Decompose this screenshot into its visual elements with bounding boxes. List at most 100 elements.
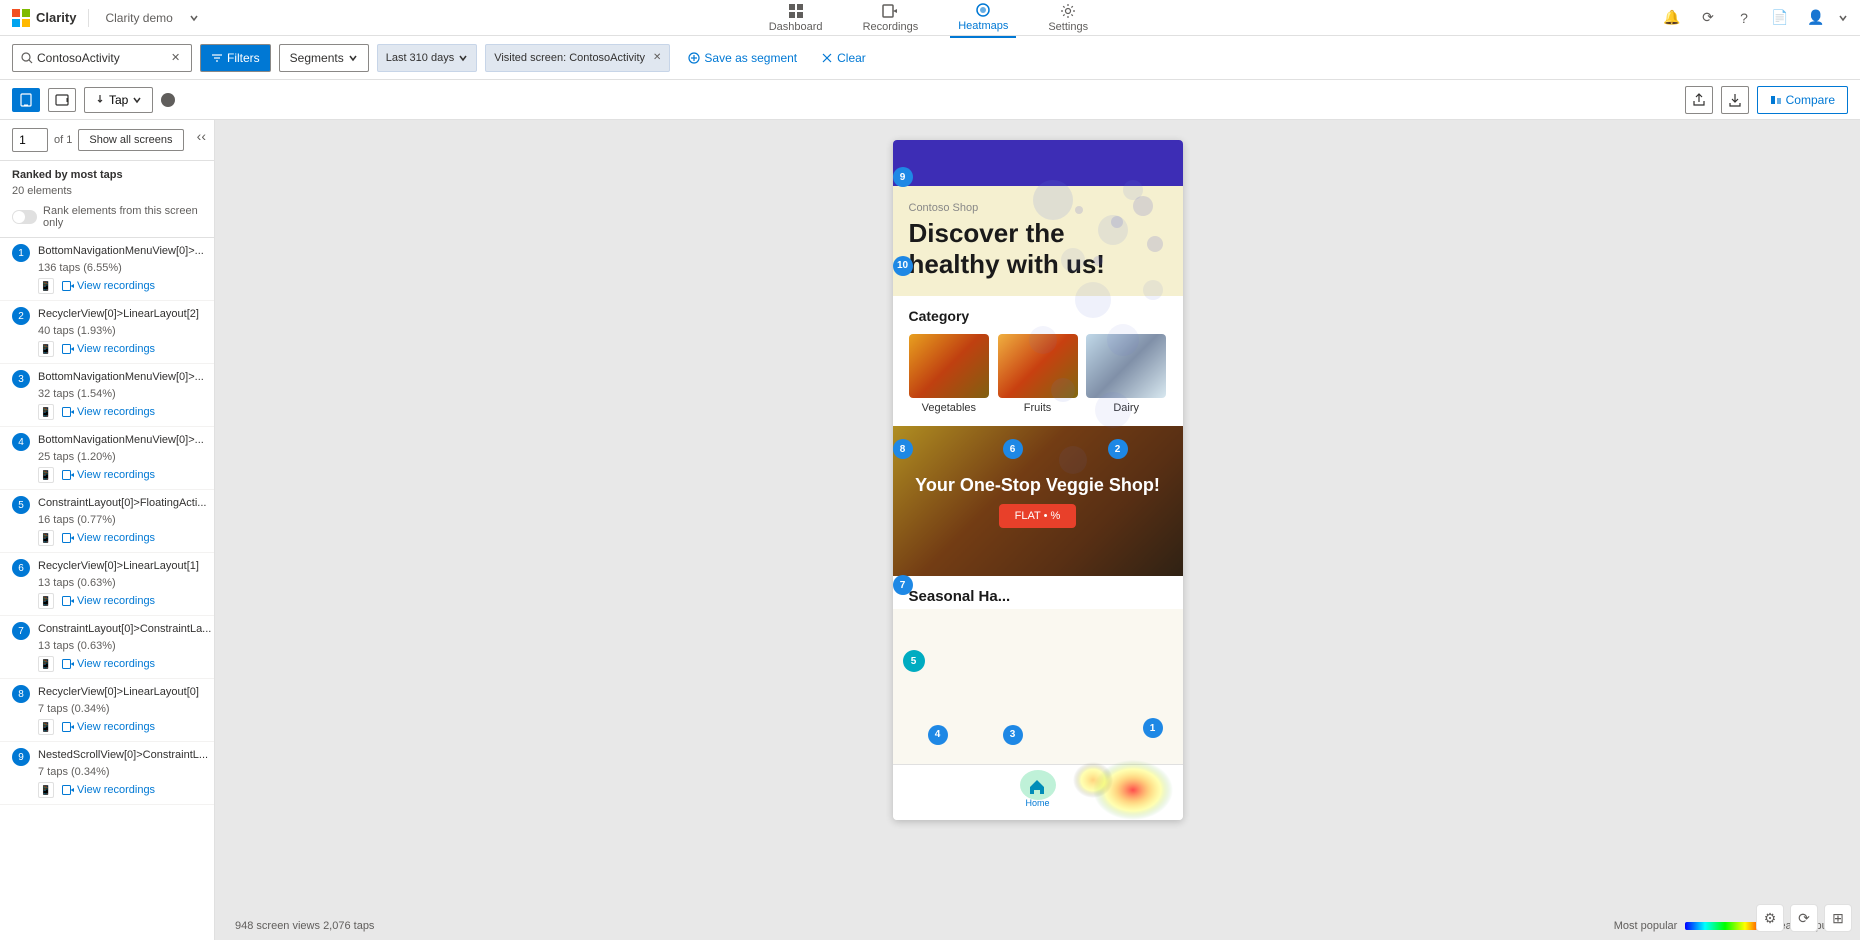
phone-view-button[interactable] [12, 88, 40, 112]
toggle-row: Rank elements from this screen only [0, 201, 214, 237]
nav-recordings[interactable]: Recordings [855, 0, 927, 37]
filters-button[interactable]: Filters [200, 44, 271, 72]
tablet-view-button[interactable] [48, 88, 76, 112]
vegetables-label: Vegetables [922, 402, 976, 414]
visited-screen-close-icon[interactable]: ✕ [653, 52, 661, 63]
bottom-nav: Home [893, 764, 1183, 820]
home-icon [1028, 778, 1046, 796]
category-dairy[interactable]: Dairy [1086, 334, 1167, 414]
save-segment-button[interactable]: Save as segment [678, 47, 807, 69]
list-item[interactable]: 6 RecyclerView[0]>LinearLayout[1] 13 tap… [0, 553, 214, 616]
share-button[interactable] [1685, 86, 1713, 114]
share-icon[interactable]: ⟳ [1694, 4, 1722, 32]
tablet-view-icon [55, 94, 69, 106]
bubble-1: 1 [1143, 718, 1163, 738]
notification-icon[interactable]: 🔔 [1658, 4, 1686, 32]
filter-icon [211, 52, 223, 64]
decorative-dot [1133, 196, 1153, 216]
home-tab[interactable]: Home [1025, 778, 1049, 808]
date-dropdown-icon [458, 53, 468, 63]
search-clear-icon[interactable]: ✕ [171, 51, 180, 64]
item-name: RecyclerView[0]>LinearLayout[0] [38, 685, 202, 699]
heatmap-area: Contoso Shop Discover the healthy with u… [215, 120, 1860, 940]
vegetables-image [909, 334, 989, 398]
download-button[interactable] [1721, 86, 1749, 114]
page-input[interactable] [12, 128, 48, 152]
bottom-right-icons: ⚙ ⟳ ⊞ [1756, 904, 1852, 932]
recordings-icon [62, 722, 74, 732]
phone-container: Contoso Shop Discover the healthy with u… [893, 140, 1183, 820]
view-recordings-link[interactable]: View recordings [62, 658, 155, 670]
view-recordings-link[interactable]: View recordings [62, 721, 155, 733]
list-item[interactable]: 3 BottomNavigationMenuView[0]>... 32 tap… [0, 364, 214, 427]
account-dropdown-icon [1838, 13, 1848, 23]
category-section: Category Vegetables Fruits [893, 296, 1183, 426]
decorative-dot [1093, 256, 1103, 266]
view-recordings-link[interactable]: View recordings [62, 343, 155, 355]
element-list: 1 BottomNavigationMenuView[0]>... 136 ta… [0, 238, 214, 805]
nav-heatmaps[interactable]: Heatmaps [950, 0, 1016, 38]
view-recordings-link[interactable]: View recordings [62, 532, 155, 544]
recordings-icon [62, 470, 74, 480]
nav-dashboard[interactable]: Dashboard [761, 0, 831, 37]
compare-button[interactable]: Compare [1757, 86, 1848, 114]
search-input[interactable] [37, 51, 167, 65]
item-number: 1 [12, 244, 30, 262]
view-recordings-link[interactable]: View recordings [62, 784, 155, 796]
segments-dropdown-icon [348, 53, 358, 63]
phone-view-icon [20, 93, 32, 107]
list-item[interactable]: 4 BottomNavigationMenuView[0]>... 25 tap… [0, 427, 214, 490]
phone-icon: 📱 [38, 656, 54, 672]
view-recordings-link[interactable]: View recordings [62, 280, 155, 292]
date-filter-label: Last 310 days [386, 52, 455, 64]
bottom-icon-2[interactable]: ⟳ [1790, 904, 1818, 932]
category-vegetables[interactable]: Vegetables [909, 334, 990, 414]
list-item[interactable]: 9 NestedScrollView[0]>ConstraintL... 7 t… [0, 742, 214, 805]
app-title: Clarity [36, 10, 76, 25]
recordings-icon [62, 596, 74, 606]
compare-icon [1770, 94, 1782, 106]
bottom-icon-3[interactable]: ⊞ [1824, 904, 1852, 932]
app-screen: Contoso Shop Discover the healthy with u… [893, 140, 1183, 820]
bubble-6: 6 [1003, 439, 1023, 459]
segments-button[interactable]: Segments [279, 44, 369, 72]
list-item[interactable]: 7 ConstraintLayout[0]>ConstraintLa... 13… [0, 616, 214, 679]
seasonal-section: Seasonal Ha... [893, 576, 1183, 609]
document-icon[interactable]: 📄 [1766, 4, 1794, 32]
tap-icon [95, 94, 105, 106]
item-number: 2 [12, 307, 30, 325]
app-header [893, 140, 1183, 186]
app-banner[interactable]: Your One-Stop Veggie Shop! FLAT • % [893, 426, 1183, 576]
microsoft-logo [12, 9, 30, 27]
bottom-icon-1[interactable]: ⚙ [1756, 904, 1784, 932]
item-taps: 16 taps (0.77%) [12, 514, 202, 526]
date-filter-tag[interactable]: Last 310 days [377, 44, 478, 72]
phone-icon: 📱 [38, 467, 54, 483]
main-content: ‹‹ of 1 Show all screens Ranked by most … [0, 120, 1860, 940]
show-all-screens-button[interactable]: Show all screens [78, 129, 183, 151]
view-recordings-link[interactable]: View recordings [62, 469, 155, 481]
item-name: RecyclerView[0]>LinearLayout[1] [38, 559, 202, 573]
list-item[interactable]: 2 RecyclerView[0]>LinearLayout[2] 40 tap… [0, 301, 214, 364]
sidebar-collapse-button[interactable]: ‹‹ [197, 128, 206, 144]
account-icon[interactable]: 👤 [1802, 4, 1830, 32]
view-recordings-link[interactable]: View recordings [62, 406, 155, 418]
item-number: 3 [12, 370, 30, 388]
help-icon[interactable]: ? [1730, 4, 1758, 32]
taps-count: 2,076 taps [323, 920, 374, 932]
view-recordings-link[interactable]: View recordings [62, 595, 155, 607]
tap-button[interactable]: Tap [84, 87, 153, 113]
nav-settings[interactable]: Settings [1040, 0, 1096, 37]
rank-toggle[interactable] [12, 210, 37, 224]
list-item[interactable]: 1 BottomNavigationMenuView[0]>... 136 ta… [0, 238, 214, 301]
category-fruits[interactable]: Fruits [997, 334, 1078, 414]
fruits-label: Fruits [1024, 402, 1052, 414]
list-item[interactable]: 5 ConstraintLayout[0]>FloatingActi... 16… [0, 490, 214, 553]
clear-button[interactable]: Clear [815, 47, 872, 69]
bubble-3: 3 [1003, 725, 1023, 745]
filters-label: Filters [227, 51, 260, 65]
search-box[interactable]: ✕ [12, 44, 192, 72]
list-item[interactable]: 8 RecyclerView[0]>LinearLayout[0] 7 taps… [0, 679, 214, 742]
visited-screen-tag[interactable]: Visited screen: ContosoActivity ✕ [485, 44, 670, 72]
item-name: BottomNavigationMenuView[0]>... [38, 370, 204, 384]
